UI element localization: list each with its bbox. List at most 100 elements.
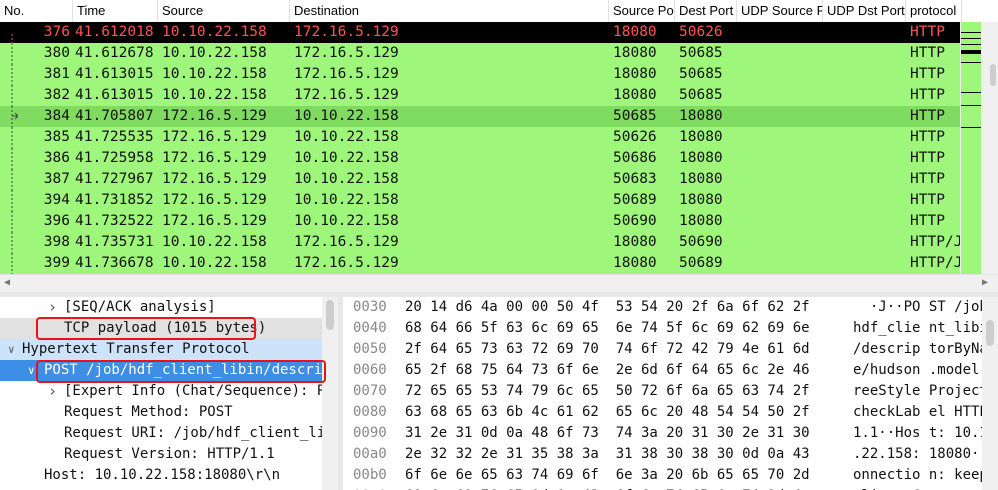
packet-dst: 10.10.22.158 bbox=[294, 171, 399, 187]
related-packet-line-icon bbox=[11, 85, 13, 106]
related-packet-line-icon bbox=[11, 232, 13, 253]
related-packet-arrow-icon bbox=[11, 106, 18, 127]
packet-dst: 172.16.5.129 bbox=[294, 24, 399, 40]
byte-ascii: alive··C ontent- bbox=[853, 486, 988, 490]
detail-row[interactable]: › [SEQ/ACK analysis] bbox=[0, 297, 322, 318]
col-udp-source-port[interactable]: UDP Source P bbox=[737, 0, 823, 22]
packet-list-hscrollbar[interactable]: ◀ ▶ bbox=[0, 274, 998, 293]
packet-proto: HTTP bbox=[910, 108, 945, 124]
byte-hex: 72 65 65 53 74 79 6c 65 50 72 6f 6a 65 6… bbox=[405, 383, 810, 399]
related-packet-line-icon bbox=[11, 211, 13, 232]
packet-bytes-pane[interactable]: 0030 20 14 d6 4a 00 00 50 4f 53 54 20 2f … bbox=[343, 297, 998, 490]
packet-src: 10.10.22.158 bbox=[162, 24, 267, 40]
packet-proto: HTTP bbox=[910, 150, 945, 166]
packet-minimap[interactable] bbox=[961, 22, 981, 274]
packet-sport: 18080 bbox=[613, 45, 657, 61]
detail-text: Hypertext Transfer Protocol bbox=[22, 341, 250, 357]
byte-offset: 0070 bbox=[353, 383, 387, 399]
packet-proto: HTTP bbox=[910, 24, 945, 40]
col-source[interactable]: Source bbox=[158, 0, 290, 22]
packet-dport: 18080 bbox=[679, 171, 723, 187]
packet-sport: 50689 bbox=[613, 192, 657, 208]
packet-sport: 50626 bbox=[613, 129, 657, 145]
bytes-scroll-thumb[interactable] bbox=[986, 320, 994, 346]
byte-offset: 00b0 bbox=[353, 467, 387, 483]
packet-row[interactable]: 398 41.735731 10.10.22.158 172.16.5.129 1808… bbox=[0, 232, 962, 253]
packet-proto: HTTP bbox=[910, 66, 945, 82]
detail-row[interactable]: Host: 10.10.22.158:18080\r\n bbox=[0, 465, 322, 486]
packet-dst: 172.16.5.129 bbox=[294, 234, 399, 250]
packet-time: 41.725535 bbox=[75, 129, 154, 145]
packet-proto: HTTP/J bbox=[910, 234, 962, 250]
byte-hex: 63 68 65 63 6b 4c 61 62 65 6c 20 48 54 5… bbox=[405, 404, 810, 420]
packet-list[interactable]: No. Time Source Destination Source Po De… bbox=[0, 0, 998, 274]
packet-dst: 10.10.22.158 bbox=[294, 192, 399, 208]
packet-row[interactable]: 382 41.613015 10.10.22.158 172.16.5.129 1808… bbox=[0, 85, 960, 106]
detail-text: Request Version: HTTP/1.1 bbox=[64, 446, 275, 462]
packet-list-scroll-thumb[interactable] bbox=[990, 64, 996, 86]
col-time[interactable]: Time bbox=[73, 0, 158, 22]
packet-dport: 18080 bbox=[679, 129, 723, 145]
byte-ascii: 1.1··Hos t: 10.1 bbox=[853, 425, 988, 441]
packet-dport: 18080 bbox=[679, 192, 723, 208]
related-packet-line-icon bbox=[11, 34, 13, 43]
packet-time: 41.612018 bbox=[75, 24, 154, 40]
packet-row[interactable]: 381 41.613015 10.10.22.158 172.16.5.129 1808… bbox=[0, 64, 960, 85]
detail-text: [SEQ/ACK analysis] bbox=[64, 299, 216, 315]
expanded-chevron-icon[interactable]: ∨ bbox=[28, 360, 35, 381]
byte-offset: 0090 bbox=[353, 425, 387, 441]
packet-dst: 10.10.22.158 bbox=[294, 213, 399, 229]
detail-row[interactable]: Request URI: /job/hdf_client_libin bbox=[0, 423, 322, 444]
packet-proto: HTTP bbox=[910, 45, 945, 61]
detail-row[interactable]: ∨ Hypertext Transfer Protocol bbox=[0, 339, 322, 360]
col-source-port[interactable]: Source Po bbox=[609, 0, 675, 22]
packet-time: 41.613015 bbox=[75, 87, 154, 103]
scroll-right-icon[interactable]: ▶ bbox=[982, 277, 988, 288]
packet-dst: 10.10.22.158 bbox=[294, 108, 399, 124]
packet-dst: 172.16.5.129 bbox=[294, 66, 399, 82]
byte-ascii: ·J··PO ST /job bbox=[853, 299, 988, 315]
scroll-left-icon[interactable]: ◀ bbox=[4, 277, 10, 288]
packet-row[interactable]: 385 41.725535 172.16.5.129 10.10.22.158 5062… bbox=[0, 127, 960, 148]
byte-offset: 0060 bbox=[353, 362, 387, 378]
collapsed-chevron-icon[interactable]: › bbox=[48, 381, 57, 402]
packet-proto: HTTP bbox=[910, 213, 945, 229]
packet-row[interactable]: 384 41.705807 172.16.5.129 10.10.22.158 5068… bbox=[0, 106, 960, 127]
packet-src: 10.10.22.158 bbox=[162, 45, 267, 61]
packet-row[interactable]: 386 41.725958 172.16.5.129 10.10.22.158 5068… bbox=[0, 148, 960, 169]
packet-row[interactable]: 376 41.612018 10.10.22.158 172.16.5.129 1808… bbox=[0, 22, 960, 43]
packet-row[interactable]: 394 41.731852 172.16.5.129 10.10.22.158 5068… bbox=[0, 190, 960, 211]
detail-text: Request Method: POST bbox=[64, 404, 233, 420]
packet-src: 10.10.22.158 bbox=[162, 87, 267, 103]
byte-ascii: onnectio n: keep bbox=[853, 467, 988, 483]
col-destination[interactable]: Destination bbox=[290, 0, 609, 22]
collapsed-chevron-icon[interactable]: › bbox=[48, 297, 57, 318]
packet-src: 172.16.5.129 bbox=[162, 150, 267, 166]
expanded-chevron-icon[interactable]: ∨ bbox=[8, 339, 15, 360]
packet-row[interactable]: 380 41.612678 10.10.22.158 172.16.5.129 1808… bbox=[0, 43, 960, 64]
detail-row[interactable]: › [Expert Info (Chat/Sequence): POST bbox=[0, 381, 322, 402]
packet-row[interactable]: 387 41.727967 172.16.5.129 10.10.22.158 5068… bbox=[0, 169, 960, 190]
col-udp-dst-port[interactable]: UDP Dst Port bbox=[823, 0, 906, 22]
col-no[interactable]: No. bbox=[0, 0, 73, 22]
related-packet-line-icon bbox=[11, 253, 13, 274]
details-scroll-thumb[interactable] bbox=[326, 300, 334, 330]
packet-proto: HTTP bbox=[910, 87, 945, 103]
detail-row[interactable]: Request Method: POST bbox=[0, 402, 322, 423]
packet-sport: 50683 bbox=[613, 171, 657, 187]
packet-time: 41.735731 bbox=[75, 234, 154, 250]
packet-row[interactable]: 396 41.732522 172.16.5.129 10.10.22.158 5069… bbox=[0, 211, 960, 232]
byte-hex: 31 2e 31 0d 0a 48 6f 73 74 3a 20 31 30 2… bbox=[405, 425, 810, 441]
packet-time: 41.612678 bbox=[75, 45, 154, 61]
related-packet-line-icon bbox=[11, 64, 13, 85]
byte-hex: 2f 64 65 73 63 72 69 70 74 6f 72 42 79 4… bbox=[405, 341, 810, 357]
col-dest-port[interactable]: Dest Port bbox=[675, 0, 737, 22]
packet-row[interactable]: 399 41.736678 10.10.22.158 172.16.5.129 1808… bbox=[0, 253, 962, 274]
column-header: No. Time Source Destination Source Po De… bbox=[0, 0, 998, 23]
packet-sport: 18080 bbox=[613, 24, 657, 40]
packet-time: 41.705807 bbox=[75, 108, 154, 124]
byte-ascii: checkLab el HTTP bbox=[853, 404, 988, 420]
col-protocol[interactable]: protocol bbox=[906, 0, 962, 22]
packet-dst: 172.16.5.129 bbox=[294, 45, 399, 61]
detail-row[interactable]: Request Version: HTTP/1.1 bbox=[0, 444, 322, 465]
